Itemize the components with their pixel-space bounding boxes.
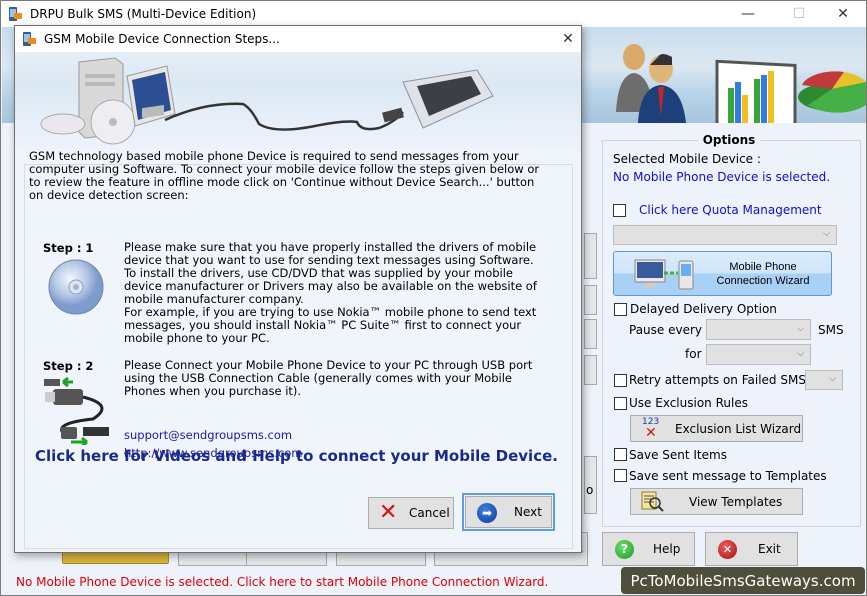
step-1-text: Please make sure that you have properly … [124, 241, 544, 345]
pause-every-label: Pause every [629, 323, 703, 337]
bg-button[interactable] [584, 355, 597, 385]
template-search-icon [641, 491, 664, 512]
cd-disc-icon [48, 259, 104, 315]
red-x-icon: ✕ [645, 425, 657, 441]
help-label: Help [653, 542, 681, 556]
dialog-titlebar: GSM Mobile Device Connection Steps... [15, 26, 581, 52]
chevron-down-icon: ⌵ [797, 323, 804, 334]
videos-help-link[interactable]: Click here for Videos and Help to connec… [35, 447, 558, 465]
usb-cable-icon [44, 376, 109, 445]
exit-button[interactable]: ✕ Exit [705, 532, 798, 566]
for-label: for [685, 347, 702, 361]
bg-button-label: o [586, 483, 594, 497]
maximize-button[interactable]: ☐ [776, 1, 822, 27]
sms-label: SMS [818, 323, 844, 337]
retry-failed-checkbox[interactable] [614, 374, 627, 387]
chevron-down-icon: ⌵ [829, 374, 836, 384]
status-bar-link[interactable]: No Mobile Phone Device is selected. Clic… [16, 575, 548, 589]
delayed-delivery-label: Delayed Delivery Option [630, 302, 777, 316]
cancel-label: Cancel [409, 506, 450, 520]
delayed-delivery-checkbox[interactable] [614, 303, 627, 316]
business-people-icon [616, 44, 686, 123]
exit-icon: ✕ [718, 540, 737, 559]
maximize-icon: ☐ [792, 6, 806, 22]
next-button[interactable]: ➡ Next [465, 496, 552, 528]
bar-chart-icon [715, 59, 797, 123]
step-1-example: For example, if you are trying to use No… [124, 305, 537, 345]
chevron-down-icon: ⌵ [823, 229, 830, 239]
save-to-templates-checkbox[interactable] [614, 469, 627, 482]
arrow-right-icon: ➡ [477, 503, 497, 523]
bg-button[interactable] [584, 319, 597, 349]
dialog-app-icon [23, 32, 36, 46]
close-button[interactable]: ✕ [820, 1, 866, 27]
help-icon: ? [615, 540, 634, 559]
retry-failed-label: Retry attempts on Failed SMS [629, 373, 806, 387]
bg-button[interactable]: o [584, 456, 597, 514]
window-title: DRPU Bulk SMS (Multi-Device Edition) [30, 7, 257, 21]
dialog-close-button[interactable]: ✕ [555, 26, 581, 52]
minimize-icon: — [741, 6, 755, 22]
step-1-paragraph: Please make sure that you have properly … [124, 240, 537, 306]
save-sent-items-label: Save Sent Items [629, 448, 727, 462]
save-to-templates-label: Save sent message to Templates [629, 469, 827, 483]
close-icon: ✕ [562, 31, 574, 47]
connection-wizard-button[interactable]: Mobile Phone Connection Wizard [613, 251, 832, 296]
retry-count-select[interactable]: ⌵ [805, 370, 843, 390]
computer-phone-icon [634, 259, 694, 290]
quota-management-link[interactable]: Click here Quota Management [639, 203, 822, 217]
step-2-label: Step : 2 [43, 359, 94, 373]
quota-management-checkbox[interactable] [613, 204, 626, 217]
bg-button[interactable] [584, 285, 597, 315]
device-select[interactable]: ⌵ [613, 225, 837, 245]
pause-every-select[interactable]: ⌵ [706, 319, 811, 340]
business-chart-illustration [616, 44, 866, 123]
for-select[interactable]: ⌵ [706, 344, 811, 365]
watermark: PcToMobileSmsGateways.com [621, 567, 865, 594]
exit-label: Exit [758, 542, 781, 556]
connection-wizard-label: Mobile Phone Connection Wizard [708, 260, 818, 288]
view-templates-label: View Templates [689, 494, 783, 509]
exclusion-rules-checkbox[interactable] [614, 397, 627, 410]
chevron-down-icon: ⌵ [797, 348, 804, 359]
pie-chart-icon [798, 71, 866, 113]
exclusion-rules-label: Use Exclusion Rules [629, 396, 748, 410]
selected-device-value: No Mobile Phone Device is selected. [613, 170, 831, 184]
next-label: Next [514, 505, 542, 519]
mobile-phone-icon [382, 69, 494, 129]
bg-button[interactable] [584, 233, 597, 279]
help-button[interactable]: ? Help [602, 532, 695, 566]
step-1-label: Step : 1 [43, 241, 94, 255]
options-title: Options [698, 133, 760, 147]
monitor-icon [126, 65, 176, 127]
wizard-label-line2: Connection Wizard [716, 275, 810, 287]
support-email-link[interactable]: support@sendgroupsms.com [124, 428, 292, 442]
pc-to-phone-illustration [40, 57, 494, 145]
cancel-x-icon: ✕ [379, 500, 398, 525]
view-templates-button[interactable]: View Templates [630, 488, 803, 515]
usb-cable [164, 102, 404, 131]
selected-device-label: Selected Mobile Device : [613, 152, 761, 166]
dialog-content-frame [24, 164, 573, 549]
wizard-label-line1: Mobile Phone [729, 261, 797, 273]
exclusion-list-wizard-label: Exclusion List Wizard [675, 421, 802, 436]
dialog-title: GSM Mobile Device Connection Steps... [44, 32, 280, 46]
cancel-button[interactable]: ✕ Cancel [368, 497, 454, 529]
app-icon [9, 7, 22, 21]
save-sent-items-checkbox[interactable] [614, 448, 627, 461]
exclusion-list-wizard-button[interactable]: 123 ✕ Exclusion List Wizard [630, 415, 803, 442]
minimize-button[interactable]: — [725, 1, 771, 27]
step-2-text: Please Connect your Mobile Phone Device … [124, 358, 533, 398]
close-icon: ✕ [837, 6, 849, 22]
intro-text: GSM technology based mobile phone Device… [29, 149, 540, 202]
dialog-banner [15, 52, 581, 150]
